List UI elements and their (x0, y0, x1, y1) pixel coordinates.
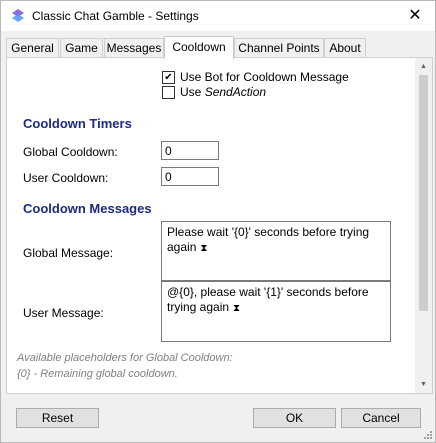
use-sendaction-checkbox[interactable] (162, 86, 175, 99)
cooldown-panel: ✔ Use Bot for Cooldown Message Use SendA… (6, 57, 433, 394)
scroll-thumb[interactable] (419, 75, 428, 311)
scroll-down-icon[interactable]: ▼ (415, 376, 432, 393)
tab-cooldown[interactable]: Cooldown (164, 36, 234, 59)
window-title: Classic Chat Gamble - Settings (32, 9, 199, 23)
placeholder-hint-title: Available placeholders for Global Cooldo… (17, 352, 233, 364)
tab-messages[interactable]: Messages (104, 38, 164, 58)
reset-button[interactable]: Reset (16, 408, 99, 428)
cancel-button[interactable]: Cancel (341, 408, 421, 428)
tab-general[interactable]: General (6, 38, 59, 58)
use-sendaction-label: Use SendAction (180, 85, 266, 99)
hourglass-icon: ⧗ (233, 303, 241, 314)
use-bot-checkbox[interactable]: ✔ (162, 71, 175, 84)
use-sendaction-emphasis: SendAction (204, 85, 267, 99)
title-bar: Classic Chat Gamble - Settings ✕ (1, 1, 435, 31)
ok-button[interactable]: OK (253, 408, 336, 428)
global-message-text: Please wait '{0}' seconds before trying … (167, 225, 370, 254)
tab-channel-points[interactable]: Channel Points (234, 38, 324, 58)
hourglass-icon: ⧗ (200, 243, 208, 254)
cooldown-timers-heading: Cooldown Timers (23, 116, 132, 131)
use-sendaction-prefix: Use (180, 85, 205, 99)
global-message-input[interactable]: Please wait '{0}' seconds before trying … (161, 221, 391, 281)
placeholder-hint-item: {0} - Remaining global cooldown. (17, 368, 178, 380)
use-bot-label: Use Bot for Cooldown Message (180, 70, 349, 84)
global-cooldown-label: Global Cooldown: (23, 145, 118, 159)
resize-grip-icon[interactable] (422, 429, 432, 439)
user-cooldown-input[interactable]: 0 (161, 167, 219, 186)
scroll-up-icon[interactable]: ▲ (415, 58, 432, 75)
user-message-input[interactable]: @{0}, please wait '{1}' seconds before t… (161, 281, 391, 342)
global-message-label: Global Message: (23, 246, 114, 260)
close-button[interactable]: ✕ (395, 1, 435, 31)
settings-window: Classic Chat Gamble - Settings ✕ General… (0, 0, 436, 443)
app-logo-icon (12, 9, 24, 22)
tab-about[interactable]: About (324, 38, 366, 58)
vertical-scrollbar[interactable]: ▲ ▼ (415, 58, 432, 393)
user-cooldown-label: User Cooldown: (23, 171, 109, 185)
user-message-text: @{0}, please wait '{1}' seconds before t… (167, 285, 369, 314)
scroll-content: ✔ Use Bot for Cooldown Message Use SendA… (7, 58, 414, 393)
close-icon: ✕ (408, 7, 422, 24)
user-message-label: User Message: (23, 306, 104, 320)
global-cooldown-input[interactable]: 0 (161, 141, 219, 160)
cooldown-messages-heading: Cooldown Messages (23, 201, 152, 216)
tab-game[interactable]: Game (60, 38, 103, 58)
